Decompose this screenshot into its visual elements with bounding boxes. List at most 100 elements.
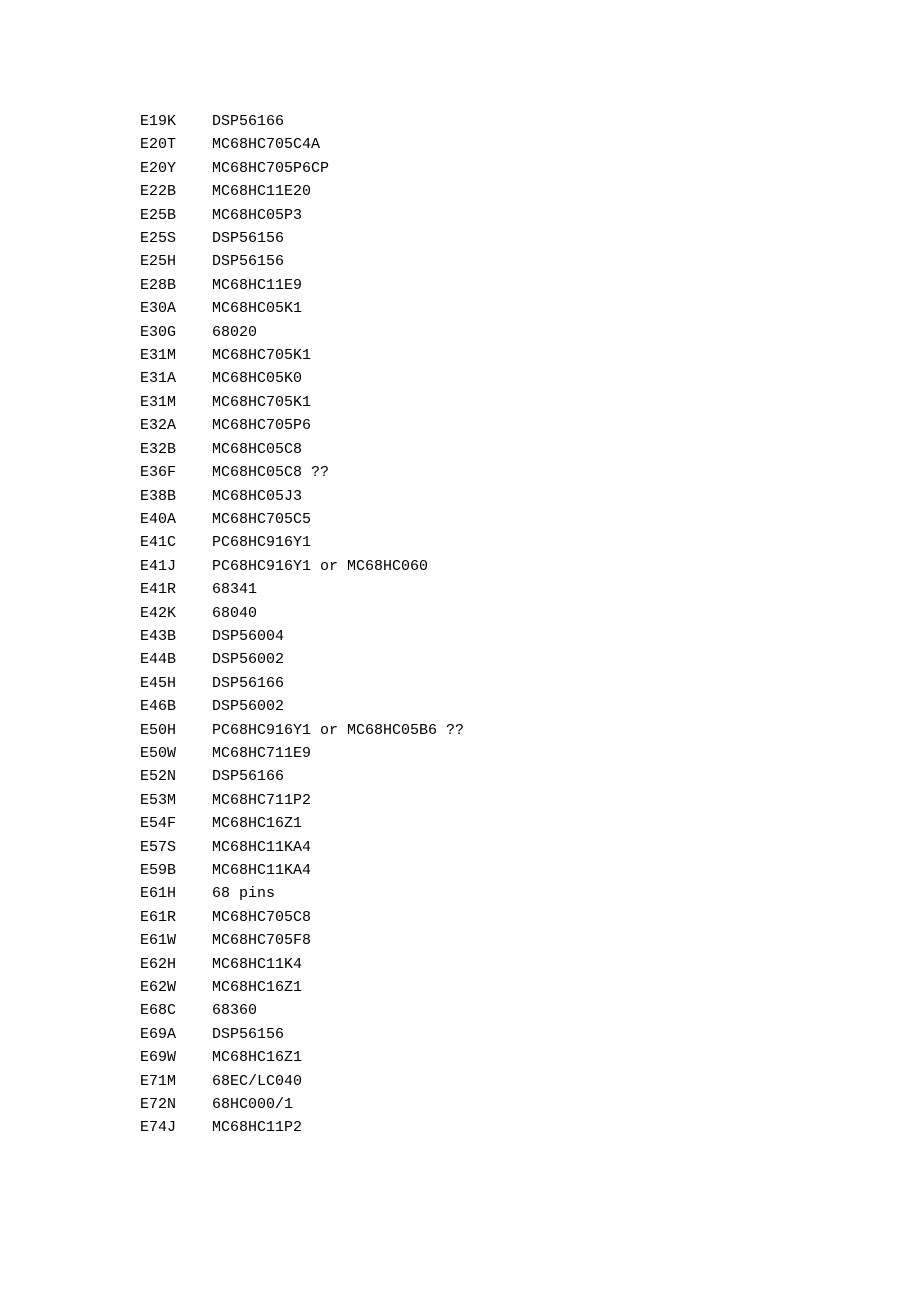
list-row: E44BDSP56002 [140, 648, 920, 671]
list-row: E69ADSP56156 [140, 1023, 920, 1046]
code-cell: E54F [140, 812, 212, 835]
part-cell: DSP56156 [212, 250, 284, 273]
list-row: E57SMC68HC11KA4 [140, 836, 920, 859]
code-cell: E38B [140, 485, 212, 508]
part-cell: MC68HC11E20 [212, 180, 311, 203]
list-row: E50HPC68HC916Y1 or MC68HC05B6 ?? [140, 719, 920, 742]
part-cell: MC68HC705C4A [212, 133, 320, 156]
part-cell: PC68HC916Y1 or MC68HC05B6 ?? [212, 719, 464, 742]
code-cell: E41C [140, 531, 212, 554]
part-cell: MC68HC705P6CP [212, 157, 329, 180]
list-row: E30G68020 [140, 321, 920, 344]
part-cell: MC68HC705C5 [212, 508, 311, 531]
code-cell: E22B [140, 180, 212, 203]
code-cell: E45H [140, 672, 212, 695]
code-cell: E25H [140, 250, 212, 273]
code-cell: E71M [140, 1070, 212, 1093]
code-cell: E41R [140, 578, 212, 601]
part-cell: MC68HC11E9 [212, 274, 302, 297]
list-row: E20TMC68HC705C4A [140, 133, 920, 156]
list-row: E61H68 pins [140, 882, 920, 905]
list-row: E53MMC68HC711P2 [140, 789, 920, 812]
code-cell: E36F [140, 461, 212, 484]
list-row: E71M68EC/LC040 [140, 1070, 920, 1093]
part-cell: MC68HC05K1 [212, 297, 302, 320]
code-cell: E74J [140, 1116, 212, 1139]
part-cell: 68040 [212, 602, 257, 625]
code-cell: E41J [140, 555, 212, 578]
list-row: E28BMC68HC11E9 [140, 274, 920, 297]
list-row: E45HDSP56166 [140, 672, 920, 695]
list-row: E74JMC68HC11P2 [140, 1116, 920, 1139]
part-cell: DSP56002 [212, 695, 284, 718]
list-row: E25BMC68HC05P3 [140, 204, 920, 227]
list-row: E59BMC68HC11KA4 [140, 859, 920, 882]
list-row: E61WMC68HC705F8 [140, 929, 920, 952]
code-cell: E59B [140, 859, 212, 882]
code-cell: E20T [140, 133, 212, 156]
part-cell: MC68HC05K0 [212, 367, 302, 390]
code-cell: E46B [140, 695, 212, 718]
part-cell: MC68HC705F8 [212, 929, 311, 952]
part-cell: PC68HC916Y1 [212, 531, 311, 554]
list-row: E40AMC68HC705C5 [140, 508, 920, 531]
part-cell: MC68HC711E9 [212, 742, 311, 765]
list-row: E32AMC68HC705P6 [140, 414, 920, 437]
part-cell: MC68HC05J3 [212, 485, 302, 508]
list-row: E41CPC68HC916Y1 [140, 531, 920, 554]
code-cell: E57S [140, 836, 212, 859]
code-cell: E61H [140, 882, 212, 905]
list-row: E25SDSP56156 [140, 227, 920, 250]
code-cell: E32B [140, 438, 212, 461]
code-cell: E30A [140, 297, 212, 320]
list-row: E68C68360 [140, 999, 920, 1022]
code-cell: E53M [140, 789, 212, 812]
list-row: E62HMC68HC11K4 [140, 953, 920, 976]
list-row: E62WMC68HC16Z1 [140, 976, 920, 999]
part-cell: DSP56166 [212, 110, 284, 133]
list-row: E30AMC68HC05K1 [140, 297, 920, 320]
part-cell: MC68HC05P3 [212, 204, 302, 227]
document-page: E19KDSP56166E20TMC68HC705C4AE20YMC68HC70… [0, 0, 920, 1302]
part-cell: MC68HC711P2 [212, 789, 311, 812]
part-cell: 68 pins [212, 882, 275, 905]
part-cell: DSP56166 [212, 672, 284, 695]
list-row: E61RMC68HC705C8 [140, 906, 920, 929]
list-row: E43BDSP56004 [140, 625, 920, 648]
part-cell: MC68HC11KA4 [212, 859, 311, 882]
code-cell: E61W [140, 929, 212, 952]
code-cell: E62W [140, 976, 212, 999]
list-row: E31AMC68HC05K0 [140, 367, 920, 390]
part-cell: DSP56002 [212, 648, 284, 671]
list-row: E46BDSP56002 [140, 695, 920, 718]
code-cell: E25S [140, 227, 212, 250]
part-cell: MC68HC05C8 [212, 438, 302, 461]
list-row: E36FMC68HC05C8 ?? [140, 461, 920, 484]
code-cell: E43B [140, 625, 212, 648]
code-cell: E61R [140, 906, 212, 929]
part-cell: MC68HC05C8 ?? [212, 461, 329, 484]
code-part-list: E19KDSP56166E20TMC68HC705C4AE20YMC68HC70… [140, 110, 920, 1140]
part-cell: MC68HC16Z1 [212, 1046, 302, 1069]
part-cell: MC68HC705C8 [212, 906, 311, 929]
code-cell: E31A [140, 367, 212, 390]
code-cell: E69W [140, 1046, 212, 1069]
list-row: E20YMC68HC705P6CP [140, 157, 920, 180]
part-cell: 68HC000/1 [212, 1093, 293, 1116]
code-cell: E25B [140, 204, 212, 227]
list-row: E25HDSP56156 [140, 250, 920, 273]
part-cell: 68341 [212, 578, 257, 601]
list-row: E38BMC68HC05J3 [140, 485, 920, 508]
part-cell: DSP56166 [212, 765, 284, 788]
part-cell: MC68HC16Z1 [212, 812, 302, 835]
list-row: E31MMC68HC705K1 [140, 391, 920, 414]
list-row: E19KDSP56166 [140, 110, 920, 133]
part-cell: MC68HC11KA4 [212, 836, 311, 859]
code-cell: E19K [140, 110, 212, 133]
list-row: E41R68341 [140, 578, 920, 601]
list-row: E52NDSP56166 [140, 765, 920, 788]
code-cell: E68C [140, 999, 212, 1022]
list-row: E41JPC68HC916Y1 or MC68HC060 [140, 555, 920, 578]
code-cell: E31M [140, 344, 212, 367]
code-cell: E40A [140, 508, 212, 531]
